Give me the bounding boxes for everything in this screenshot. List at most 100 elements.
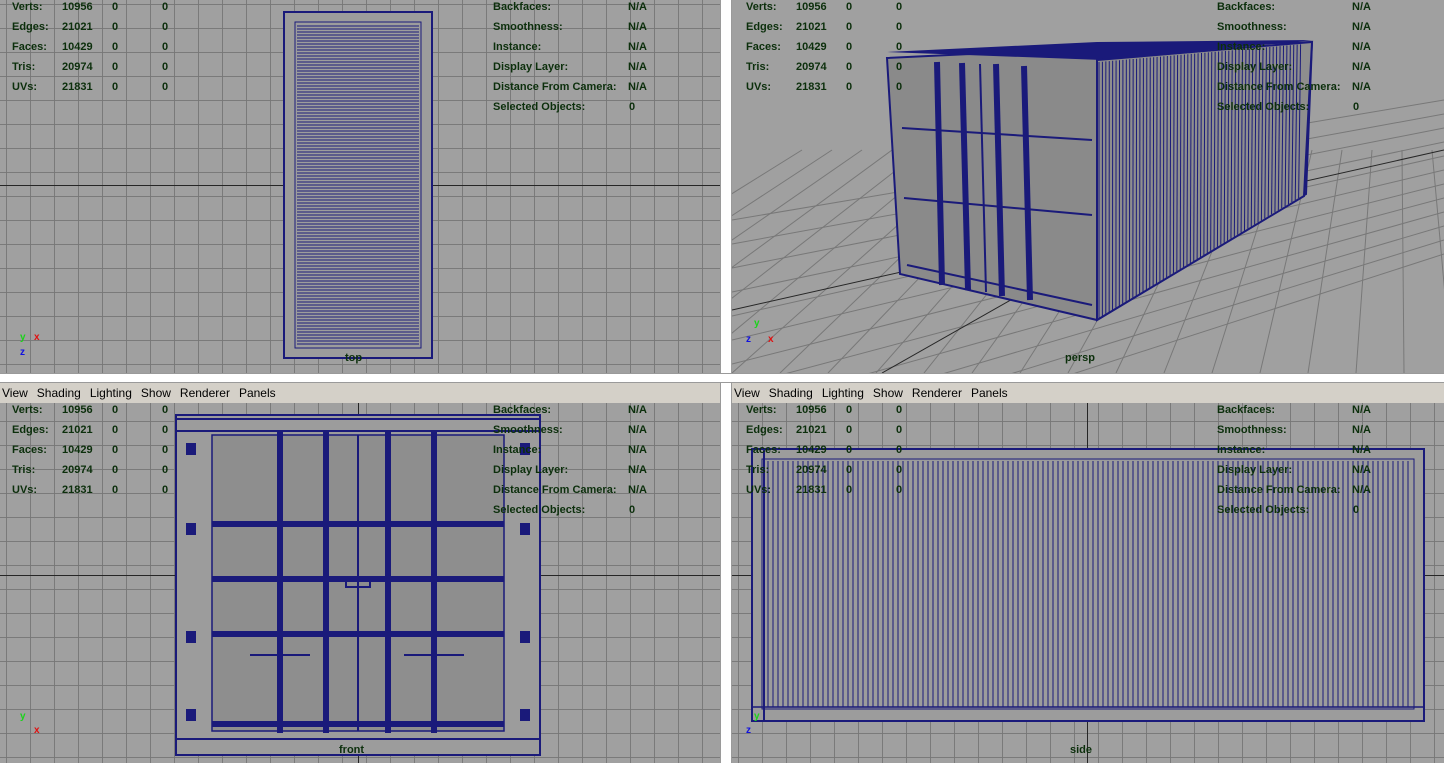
viewport-divider-horizontal[interactable] bbox=[0, 373, 1444, 383]
axis-gizmo-icon: y x z bbox=[746, 318, 780, 348]
stat-value: N/A bbox=[1352, 61, 1371, 73]
stat-v2: 0 bbox=[112, 464, 119, 476]
stat-v3: 0 bbox=[896, 21, 903, 33]
stat-label: Instance: bbox=[1217, 444, 1266, 456]
stat-v1: 10429 bbox=[62, 41, 93, 53]
stat-v1: 21021 bbox=[796, 424, 827, 436]
stat-v2: 0 bbox=[846, 424, 853, 436]
viewport-persp[interactable]: Verts: 10956 0 0 Edges: 21021 0 0 Faces: 10429 0 0 T… bbox=[732, 0, 1444, 373]
stat-v1: 10956 bbox=[62, 404, 93, 416]
stat-label: Smoothness: bbox=[1217, 21, 1287, 33]
viewport-label-top: top bbox=[345, 352, 363, 364]
stat-value: N/A bbox=[628, 61, 647, 73]
stat-value: N/A bbox=[628, 464, 647, 476]
stat-label: Verts: bbox=[746, 1, 777, 13]
stat-v1: 20974 bbox=[796, 464, 827, 476]
stat-v3: 0 bbox=[896, 1, 903, 13]
stat-v2: 0 bbox=[846, 404, 853, 416]
stat-label: Display Layer: bbox=[1217, 464, 1293, 476]
stat-v2: 0 bbox=[846, 61, 853, 73]
stat-v2: 0 bbox=[112, 424, 119, 436]
stat-label: Edges: bbox=[12, 21, 49, 33]
stat-v1: 20974 bbox=[62, 464, 93, 476]
stat-value: 0 bbox=[629, 101, 636, 113]
stat-v1: 10429 bbox=[796, 444, 827, 456]
stat-v3: 0 bbox=[162, 81, 169, 93]
stat-label: Edges: bbox=[746, 424, 783, 436]
stat-v2: 0 bbox=[112, 81, 119, 93]
stat-label: UVs: bbox=[746, 484, 772, 496]
viewport-label-front: front bbox=[339, 744, 365, 756]
stat-value: N/A bbox=[628, 484, 647, 496]
stat-v3: 0 bbox=[896, 444, 903, 456]
stat-label: Backfaces: bbox=[493, 404, 552, 416]
stat-label: Display Layer: bbox=[493, 61, 569, 73]
stat-label: Distance From Camera: bbox=[493, 81, 617, 93]
stat-v1: 10956 bbox=[62, 1, 93, 13]
container-side-wireframe bbox=[751, 448, 1425, 722]
stat-v1: 21021 bbox=[796, 21, 827, 33]
stat-v2: 0 bbox=[112, 404, 119, 416]
stat-label: Display Layer: bbox=[1217, 61, 1293, 73]
stat-value: N/A bbox=[628, 21, 647, 33]
viewport-label-persp: persp bbox=[1065, 352, 1095, 364]
stat-v3: 0 bbox=[162, 61, 169, 73]
stat-v2: 0 bbox=[112, 444, 119, 456]
gizmo-z-label: z bbox=[746, 725, 751, 736]
stat-label: Distance From Camera: bbox=[1217, 484, 1341, 496]
stat-value: N/A bbox=[628, 444, 647, 456]
viewport-label-side: side bbox=[1070, 744, 1093, 756]
stat-v1: 21021 bbox=[62, 21, 93, 33]
stat-label: Selected Objects: bbox=[1217, 504, 1310, 516]
stat-v3: 0 bbox=[896, 424, 903, 436]
stat-label: Instance: bbox=[493, 444, 542, 456]
stat-v1: 10956 bbox=[796, 404, 827, 416]
stat-v3: 0 bbox=[162, 464, 169, 476]
stat-v3: 0 bbox=[162, 1, 169, 13]
stat-label: Instance: bbox=[493, 41, 542, 53]
stat-label: Distance From Camera: bbox=[493, 484, 617, 496]
stat-value: 0 bbox=[1353, 504, 1360, 516]
stat-v3: 0 bbox=[162, 444, 169, 456]
gizmo-y-label: y bbox=[20, 332, 26, 343]
stat-label: UVs: bbox=[12, 81, 38, 93]
stat-value: N/A bbox=[1352, 424, 1371, 436]
stat-label: Selected Objects: bbox=[493, 504, 586, 516]
stat-label: Smoothness: bbox=[493, 21, 563, 33]
axis-gizmo-icon: y x z bbox=[18, 332, 48, 362]
stat-value: N/A bbox=[628, 1, 647, 13]
stat-v2: 0 bbox=[846, 81, 853, 93]
stat-label: Edges: bbox=[746, 21, 783, 33]
stat-v3: 0 bbox=[896, 404, 903, 416]
stat-label: Verts: bbox=[12, 1, 43, 13]
stat-value: N/A bbox=[1352, 41, 1371, 53]
container-top-wireframe bbox=[283, 11, 433, 359]
stat-v1: 10429 bbox=[62, 444, 93, 456]
stat-label: Verts: bbox=[12, 404, 43, 416]
stat-label: Backfaces: bbox=[1217, 404, 1276, 416]
stat-v2: 0 bbox=[112, 21, 119, 33]
stat-label: Selected Objects: bbox=[493, 101, 586, 113]
axis-gizmo-icon: y x bbox=[18, 711, 48, 741]
viewport-front[interactable]: View Shading Lighting Show Renderer Pane… bbox=[0, 383, 720, 763]
stat-label: Tris: bbox=[12, 464, 36, 476]
stat-label: Smoothness: bbox=[1217, 424, 1287, 436]
stat-label: Distance From Camera: bbox=[1217, 81, 1341, 93]
viewport-top[interactable]: Verts: 10956 0 0 Edges: 21021 0 0 Faces: 10429 0 0 T… bbox=[0, 0, 720, 373]
viewport-side[interactable]: View Shading Lighting Show Renderer Pane… bbox=[732, 383, 1444, 763]
stat-value: N/A bbox=[1352, 484, 1371, 496]
stat-label: Selected Objects: bbox=[1217, 101, 1310, 113]
gizmo-x-label: x bbox=[34, 725, 40, 736]
stat-v3: 0 bbox=[896, 464, 903, 476]
gizmo-y-label: y bbox=[754, 711, 760, 722]
stat-v3: 0 bbox=[896, 61, 903, 73]
stat-label: Verts: bbox=[746, 404, 777, 416]
stat-value: 0 bbox=[629, 504, 636, 516]
stat-v1: 10429 bbox=[796, 41, 827, 53]
stat-v1: 21831 bbox=[62, 484, 93, 496]
stat-v2: 0 bbox=[846, 484, 853, 496]
stat-label: Display Layer: bbox=[493, 464, 569, 476]
gizmo-x-label: x bbox=[768, 334, 774, 345]
gizmo-x-label: x bbox=[34, 332, 40, 343]
stat-label: Faces: bbox=[12, 41, 47, 53]
